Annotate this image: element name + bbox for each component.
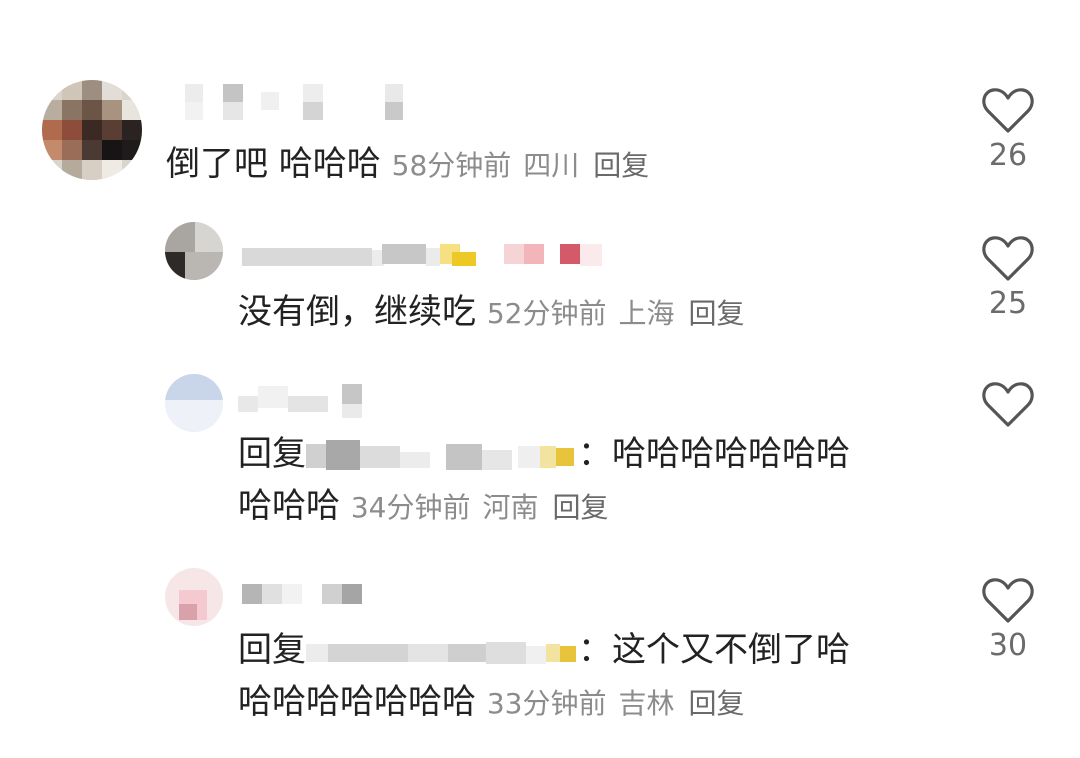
comment-1: 倒了吧 哈哈哈 58分钟前 四川 回复 26 <box>0 0 1080 200</box>
like-button[interactable]: 25 <box>978 234 1038 321</box>
reply-button[interactable]: 回复 <box>688 687 744 720</box>
reply-colon: ： <box>578 630 612 670</box>
like-count: 25 <box>988 286 1028 321</box>
reply-colon: ： <box>578 434 612 474</box>
mention-blurred[interactable] <box>306 436 578 476</box>
username-blurred[interactable] <box>238 382 378 422</box>
comment-4: 回复 ：这个又不倒了哈 哈哈哈哈哈哈哈 33分钟前 吉林 回复 30 <box>0 560 1080 750</box>
comment-time: 34分钟前 <box>350 491 471 524</box>
avatar[interactable] <box>165 374 223 432</box>
comment-location: 河南 <box>482 491 539 524</box>
comment-meta: 52分钟前 上海 回复 <box>487 297 745 330</box>
comment-meta: 58分钟前 四川 回复 <box>392 149 650 182</box>
heart-outline-icon <box>982 88 1034 133</box>
reply-button[interactable]: 回复 <box>688 297 744 330</box>
like-count: 30 <box>988 628 1028 663</box>
comment-content-line1: 哈哈哈哈哈哈哈 <box>612 434 850 474</box>
comment-content-line2: 哈哈哈 <box>238 486 340 526</box>
like-count: 26 <box>988 138 1028 173</box>
comment-content: 倒了吧 哈哈哈 <box>166 144 381 184</box>
comment-content: 没有倒，继续吃 <box>238 292 476 332</box>
username-blurred[interactable] <box>242 238 612 278</box>
reply-button[interactable]: 回复 <box>552 491 608 524</box>
username-blurred[interactable] <box>185 82 425 122</box>
heart-outline-icon <box>982 236 1034 281</box>
reply-prefix: 回复 <box>238 630 306 670</box>
comment-text[interactable]: 回复 ：这个又不倒了哈 哈哈哈哈哈哈哈 33分钟前 吉林 回复 <box>238 624 850 730</box>
comment-time: 52分钟前 <box>486 297 607 330</box>
comment-meta: 34分钟前 河南 回复 <box>351 491 609 524</box>
comment-text[interactable]: 倒了吧 哈哈哈 58分钟前 四川 回复 <box>166 138 649 192</box>
username-blurred[interactable] <box>238 578 378 618</box>
avatar[interactable] <box>42 80 142 180</box>
comment-location: 吉林 <box>618 687 675 720</box>
comment-text[interactable]: 没有倒，继续吃 52分钟前 上海 回复 <box>238 286 744 340</box>
comment-location: 四川 <box>523 149 580 182</box>
comment-location: 上海 <box>618 297 675 330</box>
comment-time: 33分钟前 <box>486 687 607 720</box>
comment-2: 没有倒，继续吃 52分钟前 上海 回复 25 <box>0 200 1080 350</box>
reply-prefix: 回复 <box>238 434 306 474</box>
avatar[interactable] <box>165 568 223 626</box>
comment-3: 回复 ：哈哈哈哈哈哈哈 哈哈哈 34分钟前 河南 回复 <box>0 370 1080 550</box>
mention-blurred[interactable] <box>306 632 578 672</box>
comment-content-line1: 这个又不倒了哈 <box>612 630 850 670</box>
heart-outline-icon <box>982 382 1034 427</box>
heart-outline-icon <box>982 578 1034 623</box>
like-button[interactable]: 26 <box>978 86 1038 173</box>
comment-text[interactable]: 回复 ：哈哈哈哈哈哈哈 哈哈哈 34分钟前 河南 回复 <box>238 428 850 534</box>
like-button[interactable]: 30 <box>978 576 1038 663</box>
comment-meta: 33分钟前 吉林 回复 <box>487 687 745 720</box>
comment-content-line2: 哈哈哈哈哈哈哈 <box>238 682 476 722</box>
comment-time: 58分钟前 <box>391 149 512 182</box>
reply-button[interactable]: 回复 <box>593 149 649 182</box>
avatar[interactable] <box>165 222 223 280</box>
like-button[interactable] <box>978 380 1038 432</box>
